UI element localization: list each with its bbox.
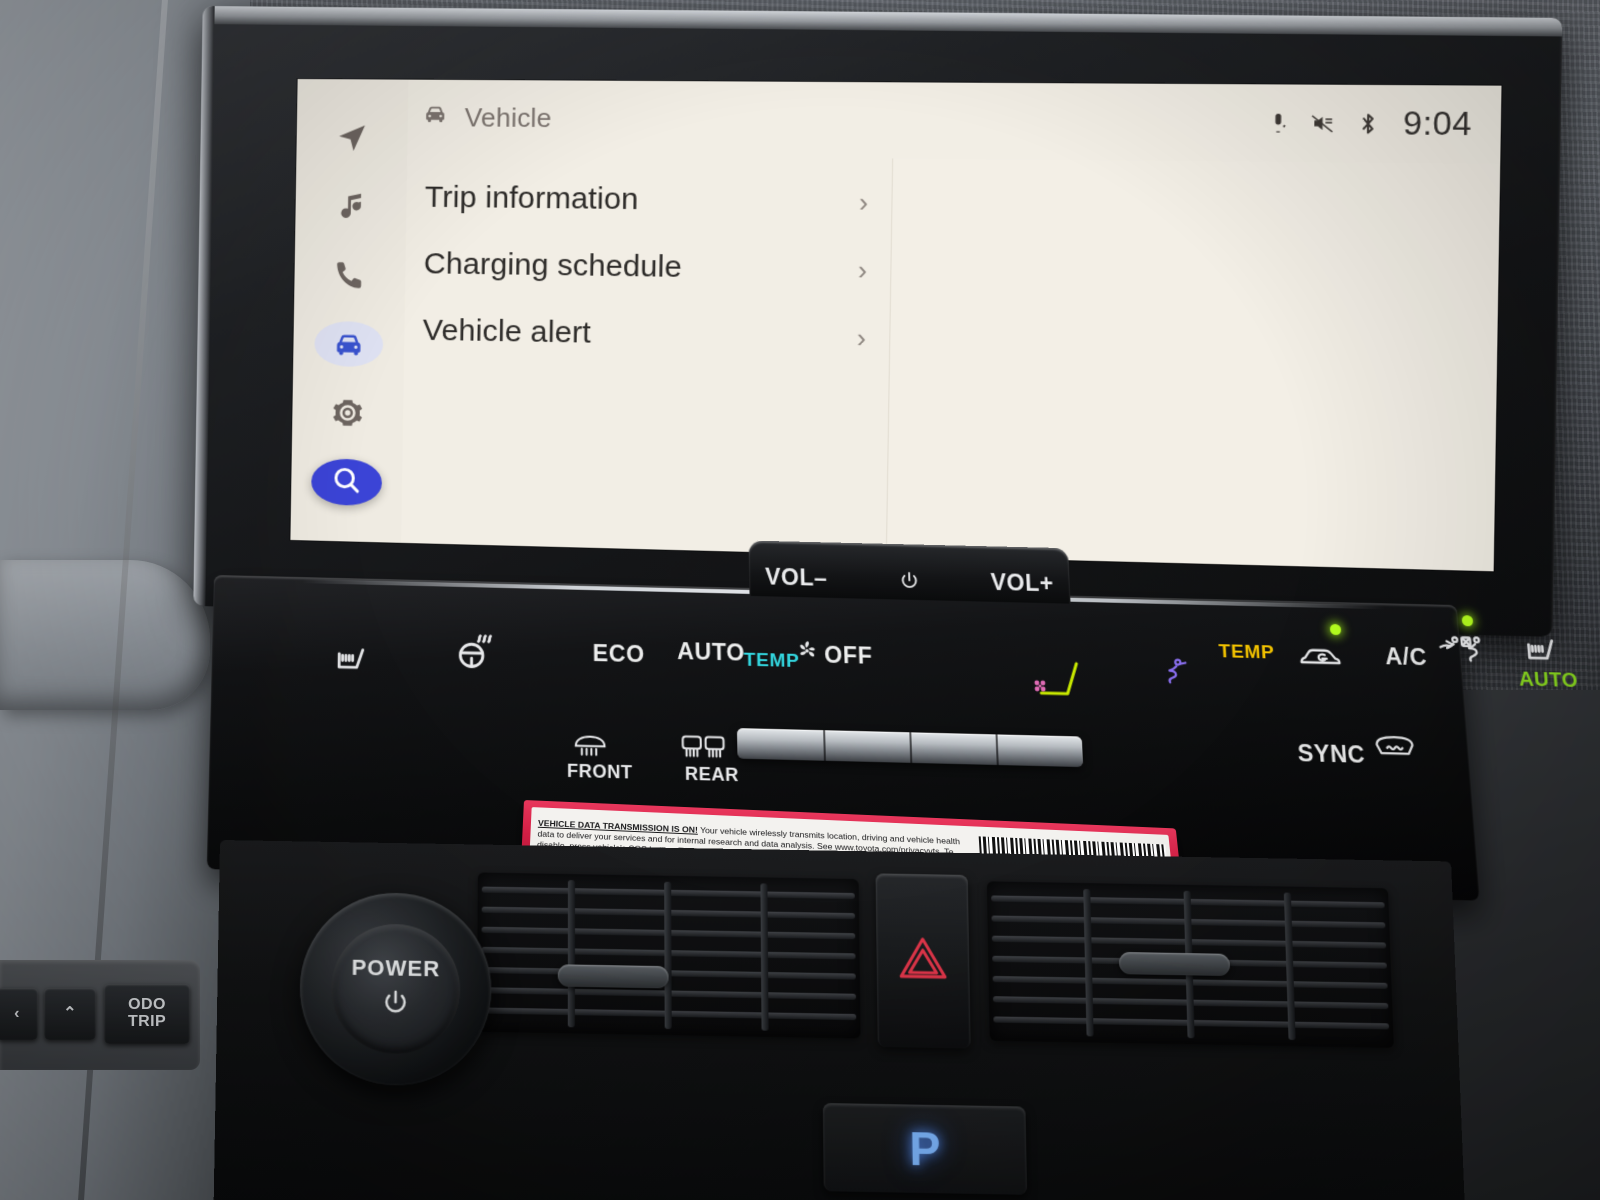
power-button-label: POWER bbox=[351, 954, 441, 981]
list-item-label: Vehicle alert bbox=[422, 313, 592, 350]
power-icon bbox=[380, 987, 411, 1023]
search-button[interactable] bbox=[311, 458, 383, 507]
music-note-icon bbox=[334, 189, 369, 224]
phone-icon bbox=[332, 258, 367, 293]
sidebar-rail bbox=[290, 79, 409, 543]
list-item[interactable]: Vehicle alert › bbox=[404, 297, 890, 372]
heated-seat-icon bbox=[1519, 628, 1563, 669]
list-item[interactable]: Charging schedule › bbox=[405, 231, 891, 305]
rear-defroster-label: REAR bbox=[684, 763, 740, 786]
odo-label: ODO bbox=[128, 996, 166, 1014]
heated-seat-passenger-button[interactable] bbox=[1519, 628, 1563, 669]
mic-muted-icon bbox=[1265, 110, 1292, 135]
sidebar-item-navigation[interactable] bbox=[317, 115, 386, 160]
temp-label-left: TEMP bbox=[743, 649, 800, 673]
gear-icon bbox=[330, 395, 365, 430]
heated-seat-driver-button[interactable] bbox=[331, 638, 372, 679]
center-display-unit: Vehicle 9:04 Trip information › Charging… bbox=[193, 6, 1563, 637]
recirculation-icon bbox=[1297, 641, 1347, 672]
front-defroster-label: FRONT bbox=[566, 760, 633, 783]
trip-label: TRIP bbox=[127, 1013, 167, 1030]
ac-button[interactable]: A/C bbox=[1384, 643, 1428, 671]
eco-mode-button[interactable]: ECO bbox=[593, 640, 645, 668]
power-icon bbox=[898, 570, 921, 592]
fan-off-label[interactable]: OFF bbox=[824, 642, 873, 670]
airflow-mode-icon bbox=[1437, 632, 1492, 667]
recirculation-led bbox=[1329, 623, 1342, 636]
sync-button[interactable]: SYNC bbox=[1297, 740, 1366, 769]
audio-power-button[interactable] bbox=[898, 570, 921, 594]
volume-control-pod: VOL– VOL+ bbox=[748, 540, 1071, 604]
bluetooth-icon bbox=[1354, 111, 1381, 136]
front-defroster-button[interactable] bbox=[571, 732, 610, 759]
lower-console: POWER P bbox=[213, 840, 1466, 1200]
heated-steering-wheel-button[interactable] bbox=[454, 631, 498, 674]
vent-direction-knob-left[interactable] bbox=[557, 964, 669, 989]
sidebar-item-media[interactable] bbox=[316, 184, 385, 229]
sidebar-item-settings[interactable] bbox=[313, 390, 382, 436]
vehicle-menu-list: Trip information › Charging schedule › V… bbox=[401, 154, 894, 556]
park-button-label: P bbox=[908, 1121, 941, 1176]
detail-pane-empty bbox=[886, 158, 1501, 572]
windshield-defog-icon bbox=[1373, 734, 1416, 761]
display-up-button[interactable]: ⌃ bbox=[44, 988, 96, 1040]
auto-climate-button[interactable]: AUTO bbox=[677, 638, 745, 667]
air-vent-left[interactable] bbox=[476, 872, 861, 1039]
display-prev-button[interactable]: ‹ bbox=[0, 988, 38, 1040]
temp-label-right: TEMP bbox=[1218, 641, 1276, 664]
heated-seat-auto-label: AUTO bbox=[1518, 668, 1579, 693]
screen-topbar: Vehicle 9:04 bbox=[407, 80, 1501, 164]
airflow-mode-led bbox=[1461, 615, 1474, 627]
heated-seat-icon bbox=[331, 638, 372, 679]
power-button[interactable]: POWER bbox=[330, 923, 461, 1055]
windshield-defog-button[interactable] bbox=[1373, 734, 1416, 761]
navigation-arrow-icon bbox=[335, 121, 370, 155]
chevron-right-icon: › bbox=[857, 254, 868, 286]
status-bar: 9:04 bbox=[1264, 104, 1472, 143]
breadcrumb[interactable]: Vehicle bbox=[422, 100, 552, 134]
chevron-right-icon: › bbox=[858, 186, 869, 218]
rear-defrost-icon bbox=[678, 733, 729, 761]
hazard-triangle-icon bbox=[896, 934, 949, 986]
chevron-right-icon: › bbox=[856, 322, 867, 354]
front-defrost-icon bbox=[571, 732, 610, 759]
sidebar-item-phone[interactable] bbox=[315, 253, 384, 299]
fan-icon bbox=[1031, 677, 1050, 701]
search-icon bbox=[329, 462, 364, 502]
list-item[interactable]: Trip information › bbox=[406, 164, 892, 236]
airflow-mode-button[interactable] bbox=[1437, 632, 1492, 667]
door-handle[interactable] bbox=[0, 560, 210, 710]
vent-direction-knob-right[interactable] bbox=[1118, 951, 1231, 977]
sidebar-item-vehicle[interactable] bbox=[314, 321, 384, 368]
rear-defroster-button[interactable] bbox=[678, 733, 729, 761]
heated-steering-wheel-icon bbox=[454, 631, 498, 674]
list-item-label: Charging schedule bbox=[423, 247, 683, 285]
chevron-left-icon: ‹ bbox=[14, 1004, 20, 1022]
hazard-button[interactable] bbox=[875, 873, 971, 1049]
volume-down-button[interactable]: VOL– bbox=[765, 564, 828, 592]
breadcrumb-label: Vehicle bbox=[464, 101, 552, 133]
park-button[interactable]: P bbox=[822, 1102, 1028, 1195]
cabin-photo: Vehicle 9:04 Trip information › Charging… bbox=[0, 0, 1600, 1200]
infotainment-screen[interactable]: Vehicle 9:04 Trip information › Charging… bbox=[290, 79, 1502, 572]
screen-panes: Trip information › Charging schedule › V… bbox=[401, 154, 1501, 572]
car-icon bbox=[422, 100, 449, 133]
screen-content: Vehicle 9:04 Trip information › Charging… bbox=[401, 79, 1502, 572]
instrument-button-pod: ‹ ⌃ ODO TRIP bbox=[0, 960, 200, 1070]
volume-up-button[interactable]: VOL+ bbox=[990, 569, 1054, 597]
chevron-up-icon: ⌃ bbox=[63, 1004, 77, 1022]
car-icon bbox=[331, 327, 366, 362]
list-item-label: Trip information bbox=[424, 180, 639, 217]
odo-trip-button[interactable]: ODO TRIP bbox=[104, 984, 190, 1044]
voice-guidance-off-icon bbox=[1309, 111, 1336, 136]
airflow-mode-icon bbox=[1159, 656, 1191, 687]
status-clock: 9:04 bbox=[1402, 105, 1473, 143]
airflow-mode-indicator-left bbox=[1159, 656, 1191, 687]
power-button-bezel: POWER bbox=[298, 891, 492, 1087]
fan-level-indicator bbox=[1030, 655, 1095, 701]
air-recirculation-button[interactable] bbox=[1297, 641, 1347, 672]
